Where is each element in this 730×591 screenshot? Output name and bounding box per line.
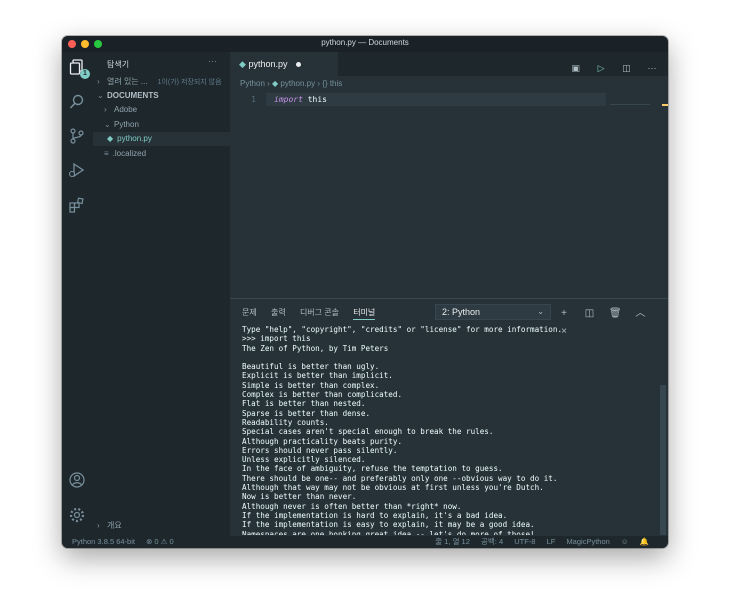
tree-item-localized[interactable]: ≡ .localized bbox=[93, 147, 241, 161]
tab-output[interactable]: 출력 bbox=[271, 308, 286, 317]
unsaved-dot-icon[interactable] bbox=[295, 62, 301, 68]
chevron-down-icon: ⌄ bbox=[104, 120, 111, 129]
breadcrumb-symbol[interactable]: this bbox=[330, 79, 342, 88]
tab-problems[interactable]: 문제 bbox=[242, 308, 257, 317]
explorer-sidebar: 탐색기 ··· › 열려 있는 ... 1이(가) 저장되지 않음 ⌄ DOCUMEN… bbox=[93, 52, 244, 536]
file-icon: ≡ bbox=[104, 149, 109, 158]
tree-item-label: Python bbox=[114, 120, 139, 129]
account-icon[interactable] bbox=[68, 471, 86, 489]
more-actions-icon[interactable]: ··· bbox=[646, 62, 658, 74]
explorer-icon[interactable]: 1 bbox=[68, 58, 90, 79]
python-file-icon: ◆ bbox=[272, 79, 279, 88]
editor-area: ◆ python.py ▣ ▷ ◫ ··· Python › ◆ python.… bbox=[230, 52, 668, 537]
split-editor-icon[interactable]: ◫ bbox=[621, 62, 633, 74]
terminal-text: Type "help", "copyright", "credits" or "… bbox=[242, 325, 563, 535]
unsaved-count: 1이(가) 저장되지 않음 bbox=[157, 79, 222, 86]
extensions-icon[interactable] bbox=[68, 196, 86, 214]
run-debug-icon[interactable] bbox=[68, 161, 86, 179]
bell-icon[interactable]: 🔔 bbox=[640, 537, 649, 546]
chevron-right-icon: › bbox=[97, 521, 100, 530]
end-of-line[interactable]: LF bbox=[547, 537, 556, 546]
editor-tabs: ◆ python.py ▣ ▷ ◫ ··· bbox=[230, 52, 668, 76]
encoding[interactable]: UTF-8 bbox=[514, 537, 535, 546]
language-mode[interactable]: MagicPython bbox=[566, 537, 609, 546]
overview-ruler-mark bbox=[662, 104, 668, 106]
python-interpreter[interactable]: Python 3.8.5 64-bit bbox=[72, 537, 135, 546]
python-file-icon: ◆ bbox=[239, 59, 246, 69]
tab-debug-console[interactable]: 디버그 콘솔 bbox=[300, 308, 339, 317]
chevron-down-icon: ⌄ bbox=[537, 307, 544, 316]
code-keyword: import bbox=[274, 95, 303, 104]
more-actions-icon[interactable]: ··· bbox=[208, 56, 217, 66]
breadcrumb-file[interactable]: python.py bbox=[280, 79, 315, 88]
chevron-down-icon: ⌄ bbox=[97, 91, 104, 100]
code-rest: this bbox=[302, 95, 327, 104]
split-terminal-icon[interactable]: ◫ bbox=[583, 307, 595, 321]
outline-label: 개요 bbox=[107, 521, 122, 530]
chevron-right-icon: › bbox=[104, 105, 107, 114]
bottom-panel: 문제 출력 디버그 콘솔 터미널 2: Python ⌄ + ◫ 🗑 ︿ × T… bbox=[230, 298, 668, 537]
status-bar: Python 3.8.5 64-bit ⊗ 0 ⚠ 0 줄 1, 열 12 공백… bbox=[62, 536, 668, 548]
terminal-scrollbar[interactable] bbox=[660, 385, 666, 535]
feedback-icon[interactable]: ☺ bbox=[621, 537, 629, 546]
explorer-badge: 1 bbox=[80, 69, 90, 79]
minimap-line bbox=[610, 104, 650, 105]
tab-terminal[interactable]: 터미널 bbox=[353, 308, 376, 320]
search-icon[interactable] bbox=[68, 93, 86, 111]
open-editors-label: 열려 있는 ... bbox=[107, 77, 148, 86]
gear-icon[interactable] bbox=[68, 506, 86, 524]
terminal-select[interactable]: 2: Python ⌄ bbox=[435, 304, 551, 320]
cursor-position[interactable]: 줄 1, 열 12 bbox=[435, 537, 470, 546]
outline-section[interactable]: › 개요 bbox=[93, 519, 230, 533]
indentation[interactable]: 공백: 4 bbox=[481, 537, 503, 546]
terminal-select-value: 2: Python bbox=[442, 307, 481, 317]
tree-item-label: Adobe bbox=[114, 105, 138, 114]
breadcrumb-folder[interactable]: Python bbox=[240, 79, 265, 88]
tree-item-label: python.py bbox=[117, 134, 152, 143]
source-control-icon[interactable] bbox=[68, 127, 86, 145]
tab-label: python.py bbox=[248, 59, 288, 69]
python-file-icon: ◆ bbox=[107, 134, 114, 143]
terminal-output[interactable]: Type "help", "copyright", "credits" or "… bbox=[242, 325, 662, 535]
open-editors-section[interactable]: › 열려 있는 ... 1이(가) 저장되지 않음 bbox=[93, 75, 230, 89]
workspace-root[interactable]: ⌄ DOCUMENTS bbox=[93, 89, 230, 103]
trash-icon[interactable]: 🗑 bbox=[609, 307, 622, 321]
title-bar: python.py — Documents bbox=[62, 36, 668, 52]
code-line[interactable]: 1 import this bbox=[230, 93, 668, 107]
workspace-root-label: DOCUMENTS bbox=[107, 91, 159, 100]
breadcrumb: Python › ◆ python.py › {} this bbox=[240, 79, 342, 88]
problems-count[interactable]: ⊗ 0 ⚠ 0 bbox=[146, 537, 174, 546]
symbol-icon: {} bbox=[322, 79, 328, 88]
line-number: 1 bbox=[251, 95, 256, 104]
tree-item-label: .localized bbox=[112, 149, 147, 158]
tab-python-py[interactable]: ◆ python.py bbox=[230, 52, 338, 76]
window-title: python.py — Documents bbox=[321, 38, 409, 47]
explorer-title: 탐색기 bbox=[107, 60, 130, 69]
editor-actions: ▣ ▷ ◫ ··· bbox=[561, 58, 658, 76]
run-file-icon[interactable]: ▷ bbox=[595, 62, 607, 74]
new-terminal-icon[interactable]: + bbox=[558, 307, 570, 321]
maximize-panel-icon[interactable]: ︿ bbox=[634, 307, 646, 321]
activity-bar: 1 bbox=[62, 52, 93, 536]
tree-item-python-folder[interactable]: ⌄ Python bbox=[93, 118, 241, 132]
open-preview-icon[interactable]: ▣ bbox=[570, 62, 582, 74]
code-text[interactable]: import this bbox=[274, 95, 327, 104]
vscode-window: python.py — Documents 1 탐색기 ··· › 열려 있는 .… bbox=[62, 36, 668, 548]
tree-item-python-py[interactable]: ◆ python.py bbox=[93, 132, 244, 146]
chevron-right-icon: › bbox=[97, 77, 100, 86]
panel-tabs: 문제 출력 디버그 콘솔 터미널 bbox=[242, 307, 387, 320]
tree-item-adobe[interactable]: › Adobe bbox=[93, 103, 241, 117]
